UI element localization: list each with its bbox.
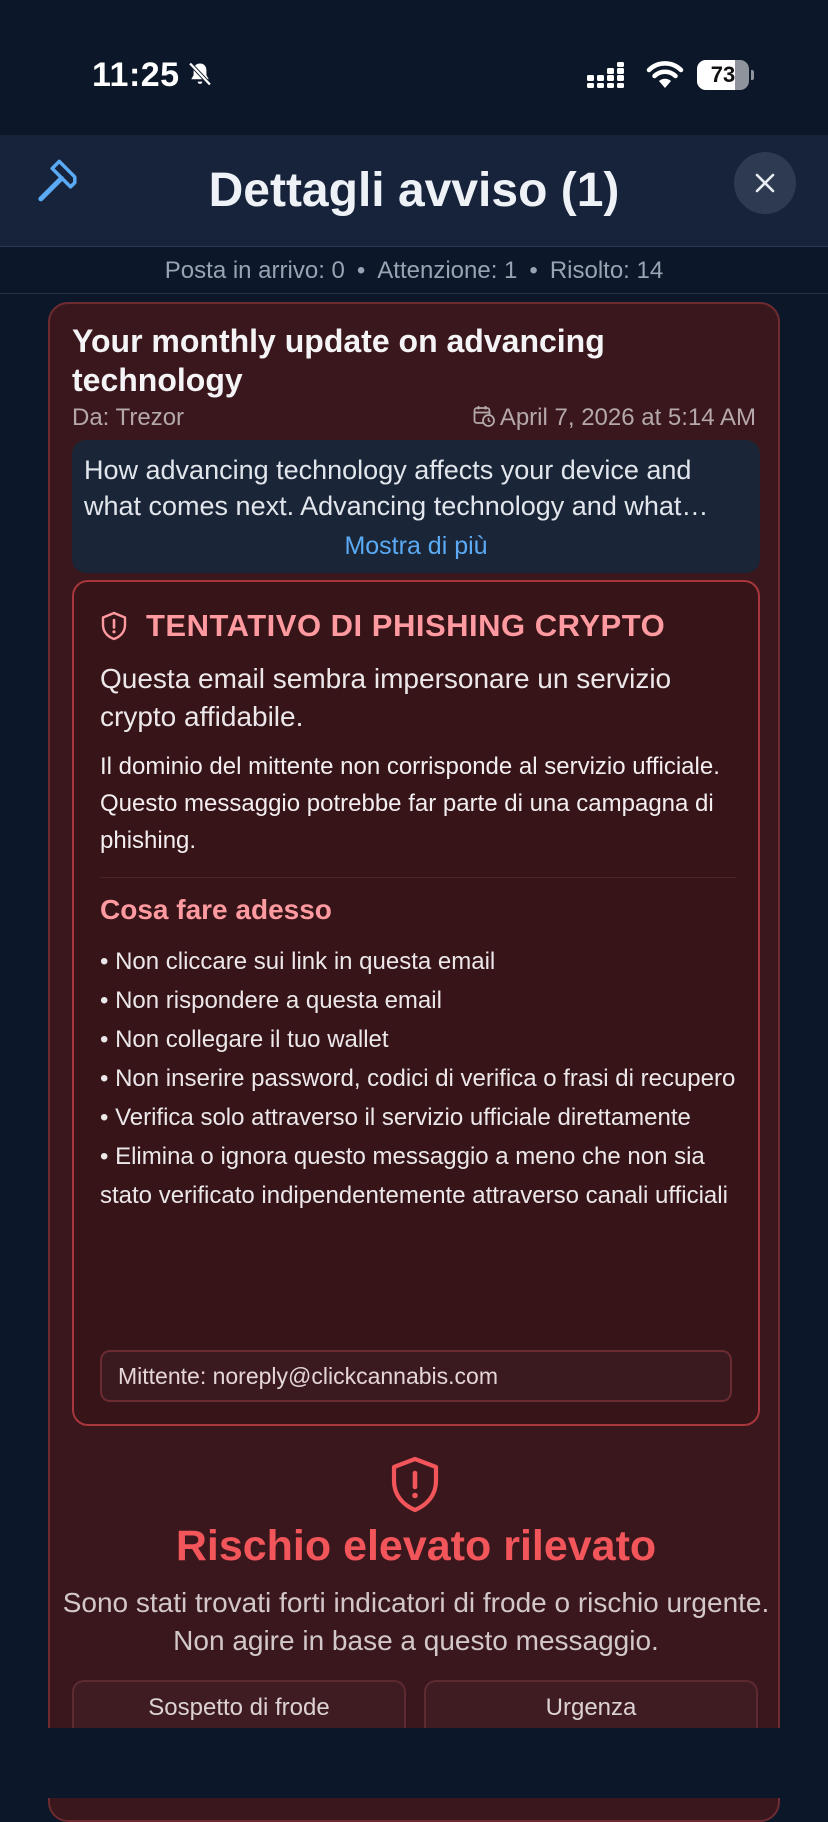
battery-icon: 73 <box>697 60 754 90</box>
show-more-link[interactable]: Mostra di più <box>72 532 760 561</box>
warning-lead: Questa email sembra impersonare un servi… <box>100 663 672 732</box>
email-date: April 7, 2026 at 5:14 AM <box>472 404 756 432</box>
list-item: • Non rispondere a questa email <box>100 987 442 1014</box>
warning-heading: TENTATIVO DI PHISHING CRYPTO <box>100 608 665 644</box>
sender-address: Mittente: noreply@clickcannabis.com <box>100 1350 732 1402</box>
bell-muted-icon <box>186 60 214 93</box>
close-icon <box>755 173 775 193</box>
todo-list: • Non cliccare sui link in questa email … <box>100 942 740 1215</box>
risk-description: Sono stati trovati forti indicatori di f… <box>62 1587 770 1656</box>
warning-detail: Il dominio del mittente non corrisponde … <box>100 753 720 854</box>
count-inbox[interactable]: Posta in arrivo: 0 <box>165 257 345 284</box>
signal-icon <box>587 62 633 93</box>
page-title: Dettagli avviso (1) <box>208 164 620 217</box>
hammer-icon[interactable] <box>30 159 80 214</box>
email-preview-text: How advancing technology affects your de… <box>84 455 692 521</box>
shield-alert-icon <box>389 1456 441 1519</box>
nav-bar: Dettagli avviso (1) <box>0 135 828 247</box>
battery-level: 73 <box>710 62 736 87</box>
list-item: • Elimina o ignora questo messaggio a me… <box>100 1143 728 1209</box>
count-attention[interactable]: Attenzione: 1 <box>377 257 517 284</box>
warning-heading-text: TENTATIVO DI PHISHING CRYPTO <box>146 608 666 643</box>
email-preview: How advancing technology affects your de… <box>72 440 760 573</box>
list-item: • Non cliccare sui link in questa email <box>100 948 496 975</box>
list-item: • Non inserire password, codici di verif… <box>100 1065 736 1092</box>
close-button[interactable] <box>734 152 796 214</box>
status-bar: 11:25 73 <box>0 0 828 135</box>
calendar-clock-icon <box>473 406 495 427</box>
alert-counts: Posta in arrivo: 0 • Attenzione: 1 • Risolto… <box>0 248 828 294</box>
bottom-area <box>0 1728 828 1798</box>
status-time: 11:25 <box>92 56 180 94</box>
risk-title: Rischio elevato rilevato <box>175 1522 657 1570</box>
alert-card: Your monthly update on advancing technol… <box>48 302 780 1822</box>
wifi-icon <box>646 60 684 95</box>
list-item: • Non collegare il tuo wallet <box>100 1026 389 1053</box>
count-separator: • <box>529 257 538 284</box>
phishing-warning: TENTATIVO DI PHISHING CRYPTO Questa emai… <box>72 580 760 1426</box>
shield-icon <box>101 611 127 641</box>
count-resolved[interactable]: Risolto: 14 <box>550 257 663 284</box>
email-sender-name: Da: Trezor <box>72 404 185 431</box>
email-date-text: April 7, 2026 at 5:14 AM <box>499 404 756 431</box>
email-subject: Your monthly update on advancing technol… <box>72 323 605 398</box>
todo-title: Cosa fare adesso <box>100 894 332 925</box>
list-item: • Verifica solo attraverso il servizio u… <box>100 1104 691 1131</box>
count-separator: • <box>356 257 366 284</box>
divider <box>100 877 736 878</box>
